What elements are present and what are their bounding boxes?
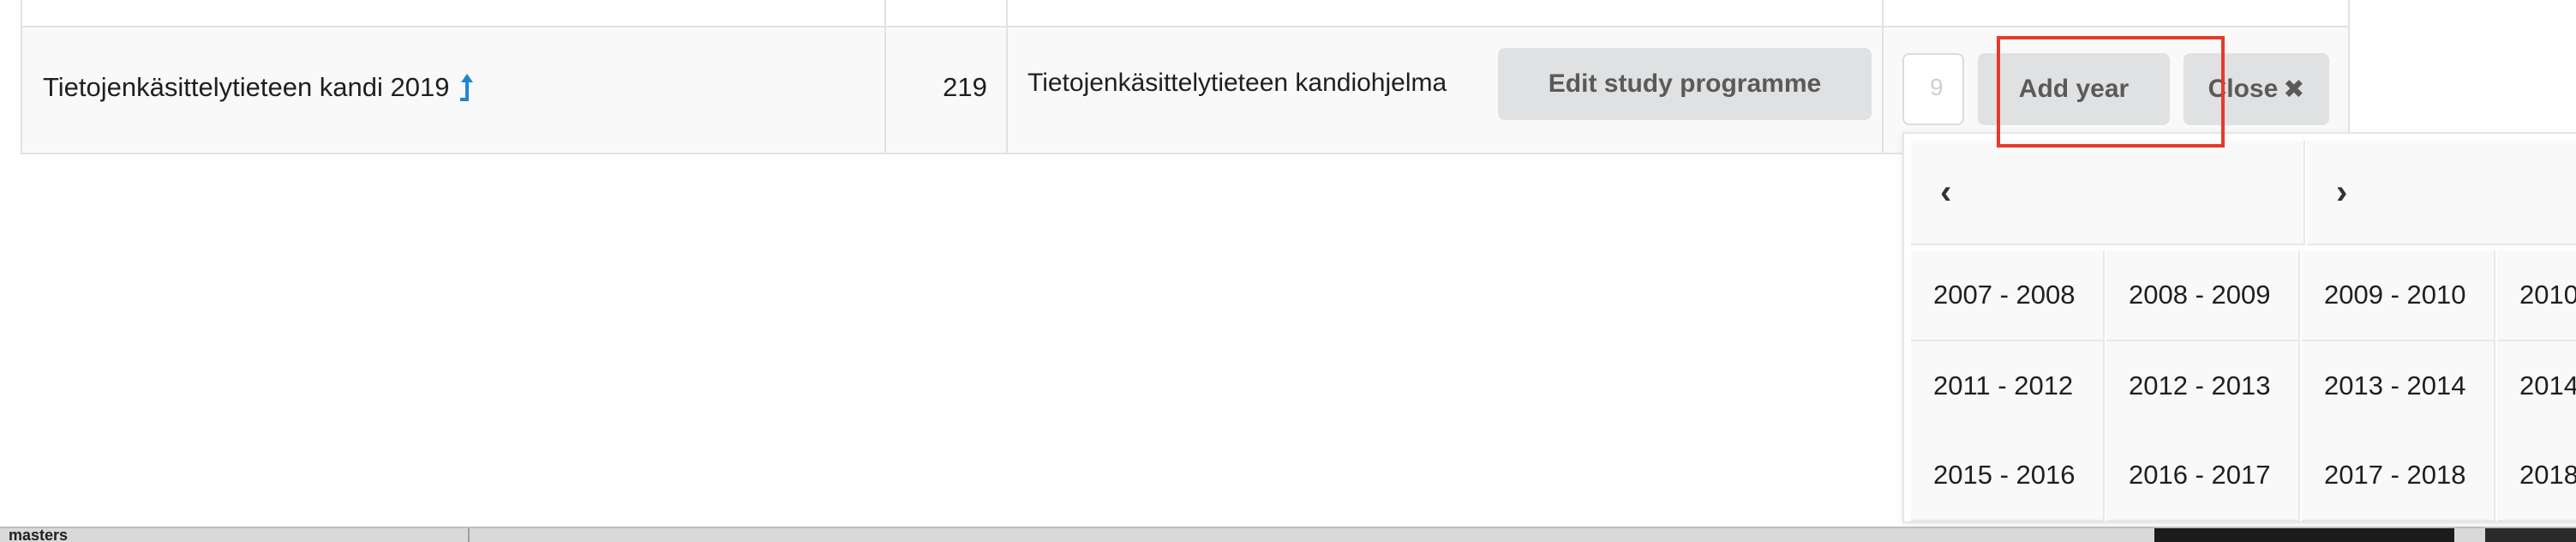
table-row bbox=[22, 0, 2348, 27]
arrow-up-icon[interactable] bbox=[458, 72, 476, 103]
terminal-thumbnail bbox=[2154, 528, 2454, 542]
column-divider bbox=[1882, 0, 1884, 153]
student-count: 219 bbox=[943, 72, 987, 102]
year-option[interactable]: 2013 - 2014 bbox=[2302, 341, 2495, 432]
year-option[interactable]: 2012 - 2013 bbox=[2106, 341, 2300, 432]
taskbar-divider bbox=[468, 528, 470, 542]
year-option[interactable]: 2015 - 2016 bbox=[1911, 431, 2105, 521]
year-option[interactable]: 2007 - 2008 bbox=[1911, 250, 2105, 341]
year-option[interactable]: 2008 - 2009 bbox=[2106, 250, 2300, 341]
taskbar-label: masters bbox=[9, 527, 69, 542]
programme-name: Tietojenkäsittelytieteen kandiohjelma bbox=[1027, 69, 1447, 97]
edit-study-programme-button[interactable]: Edit study programme bbox=[1498, 48, 1872, 120]
close-icon: ✖ bbox=[2283, 75, 2305, 104]
close-label: Close bbox=[2208, 75, 2279, 103]
year-option[interactable]: 2010 bbox=[2497, 250, 2576, 341]
previous-page-button[interactable]: ‹ bbox=[1911, 141, 2305, 245]
year-option[interactable]: 2017 - 2018 bbox=[2302, 431, 2495, 521]
study-programme-table: Tietojenkäsittelytieteen kandi 2019 219 … bbox=[21, 0, 2350, 154]
year-input-value: 9 bbox=[1930, 74, 1944, 100]
close-button[interactable]: Close ✖ bbox=[2184, 53, 2329, 125]
year-input[interactable]: 9 bbox=[1902, 53, 1964, 125]
taskbar: masters bbox=[0, 527, 2576, 542]
year-option[interactable]: 2016 - 2017 bbox=[2106, 431, 2300, 521]
add-year-button[interactable]: Add year bbox=[1978, 53, 2170, 125]
year-option[interactable]: 2011 - 2012 bbox=[1911, 341, 2105, 432]
year-option[interactable]: 2018 bbox=[2497, 431, 2576, 521]
column-divider bbox=[884, 0, 886, 153]
year-option[interactable]: 2009 - 2010 bbox=[2302, 250, 2495, 341]
study-right-name: Tietojenkäsittelytieteen kandi 2019 bbox=[43, 72, 450, 102]
next-page-button[interactable]: › bbox=[2307, 141, 2576, 245]
study-right-name-cell: Tietojenkäsittelytieteen kandi 2019 bbox=[43, 72, 476, 103]
page: Tietojenkäsittelytieteen kandi 2019 219 … bbox=[0, 0, 2576, 542]
terminal-thumbnail bbox=[2485, 528, 2576, 542]
year-option[interactable]: 2014 bbox=[2497, 341, 2576, 432]
year-picker-popup: ‹ › 2007 - 2008 2008 - 2009 2009 - 2010 … bbox=[1902, 132, 2576, 523]
